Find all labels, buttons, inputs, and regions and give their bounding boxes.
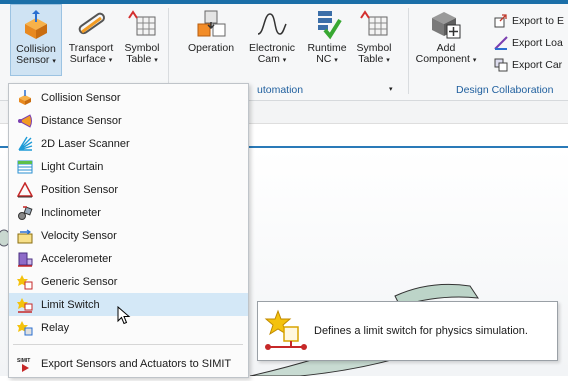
menu-item-accelerometer[interactable]: Accelerometer [9, 247, 248, 270]
menu-item-label: Accelerometer [41, 252, 112, 265]
collision-sensor-button[interactable]: Collision Sensor ▾ [10, 4, 62, 76]
group-expand-icon[interactable]: ▾ [389, 85, 393, 93]
transport-surface-icon [78, 12, 106, 35]
add-component-icon [432, 12, 461, 39]
operation-icon [197, 10, 226, 37]
menu-item-velocity-sensor[interactable]: Velocity Sensor [9, 224, 248, 247]
transport-surface-button[interactable]: Transport Surface ▾ [64, 4, 118, 76]
limit-switch-large-icon [264, 309, 307, 350]
export-cam-button[interactable]: Export Car [494, 56, 562, 74]
symbol-table-icon [128, 10, 156, 36]
menu-item-generic-sensor[interactable]: Generic Sensor [9, 270, 248, 293]
menu-item-label: Limit Switch [41, 298, 100, 311]
menu-item-label: Export Sensors and Actuators to SIMIT [41, 357, 232, 370]
tooltip-text: Defines a limit switch for physics simul… [314, 325, 528, 337]
chevron-down-icon: ▾ [386, 57, 390, 64]
menu-separator [13, 344, 243, 345]
export-cam-label: Export Car [512, 59, 563, 71]
inclinometer-icon [18, 205, 33, 220]
menu-item-position-sensor[interactable]: Position Sensor [9, 178, 248, 201]
group-label-automation: utomation [257, 84, 304, 96]
runtime-nc-button[interactable]: Runtime NC ▾ [302, 4, 352, 76]
chevron-down-icon: ▾ [108, 57, 113, 64]
simit-export-icon: SIMIT [17, 358, 30, 372]
electronic-cam-button[interactable]: Electronic Cam ▾ [244, 4, 300, 76]
export-load-label: Export Loa [512, 37, 563, 49]
transport-surface-label-2: Surface [69, 53, 106, 65]
collision-sensor-icon [25, 10, 47, 39]
menu-item-inclinometer[interactable]: Inclinometer [9, 201, 248, 224]
menu-item-label: Distance Sensor [41, 114, 122, 127]
chevron-down-icon: ▾ [52, 58, 56, 65]
group-label-design-collaboration: Design Collaboration [456, 84, 554, 96]
chevron-down-icon: ▾ [334, 57, 338, 64]
relay-icon [17, 320, 33, 335]
menu-item-2d-laser-scanner[interactable]: 2D Laser Scanner [9, 132, 248, 155]
limit-switch-tooltip: Defines a limit switch for physics simul… [257, 301, 558, 361]
limit-switch-icon [17, 297, 33, 313]
collision-sensor-dropdown-menu: Collision Sensor Distance Sensor 2D Lase… [8, 83, 249, 378]
symbol-table-button[interactable]: Symbol Table ▾ [120, 4, 164, 76]
accelerometer-icon [18, 252, 33, 267]
svg-text:SIMIT: SIMIT [17, 358, 30, 364]
collision-sensor-label-2: Sensor [16, 54, 50, 66]
menu-item-collision-sensor[interactable]: Collision Sensor [9, 86, 248, 109]
export-to-label: Export to E [512, 15, 564, 27]
ribbon-separator [168, 8, 169, 94]
velocity-sensor-icon [17, 229, 33, 243]
export-load-icon [494, 36, 508, 50]
ribbon-separator [408, 8, 409, 94]
electronic-cam-icon [257, 13, 287, 35]
add-component-label-2: Component [415, 53, 470, 65]
chevron-down-icon: ▾ [154, 57, 158, 64]
export-load-button[interactable]: Export Loa [494, 34, 563, 52]
menu-item-distance-sensor[interactable]: Distance Sensor [9, 109, 248, 132]
runtime-nc-label-2: NC [316, 53, 332, 65]
mouse-pointer-icon [117, 306, 131, 325]
position-sensor-icon [17, 181, 33, 197]
menu-item-label: Inclinometer [41, 206, 101, 219]
export-cam-icon [494, 58, 508, 72]
electronic-cam-label-2: Cam [257, 53, 280, 65]
operation-label: Operation [187, 42, 235, 54]
laser-scanner-icon [18, 136, 33, 151]
menu-item-label: Generic Sensor [41, 275, 118, 288]
export-to-button[interactable]: Export to E [494, 12, 564, 30]
menu-item-light-curtain[interactable]: Light Curtain [9, 155, 248, 178]
symbol-table-2-label-2: Table [358, 53, 384, 65]
chevron-down-icon: ▾ [472, 57, 477, 64]
menu-item-label: Light Curtain [41, 160, 104, 173]
menu-item-label: Relay [41, 321, 70, 334]
menu-item-export-to-simit[interactable]: SIMIT Export Sensors and Actuators to SI… [9, 352, 248, 375]
distance-sensor-icon [17, 113, 32, 128]
chevron-down-icon: ▾ [282, 57, 287, 64]
operation-button[interactable]: Operation [182, 4, 240, 76]
menu-item-label: Collision Sensor [41, 91, 121, 104]
add-component-button[interactable]: Add Component ▾ [414, 4, 478, 76]
symbol-table-label-2: Table [126, 53, 152, 65]
menu-item-label: Velocity Sensor [41, 229, 117, 242]
menu-item-label: Position Sensor [41, 183, 119, 196]
export-icon [494, 14, 507, 28]
symbol-table-button-2[interactable]: Symbol Table ▾ [352, 4, 396, 76]
collision-sensor-icon [19, 89, 31, 105]
generic-sensor-icon [17, 274, 33, 289]
symbol-table-icon [360, 10, 388, 36]
runtime-nc-icon [318, 11, 342, 40]
light-curtain-icon [17, 160, 33, 173]
menu-item-label: 2D Laser Scanner [41, 137, 130, 150]
